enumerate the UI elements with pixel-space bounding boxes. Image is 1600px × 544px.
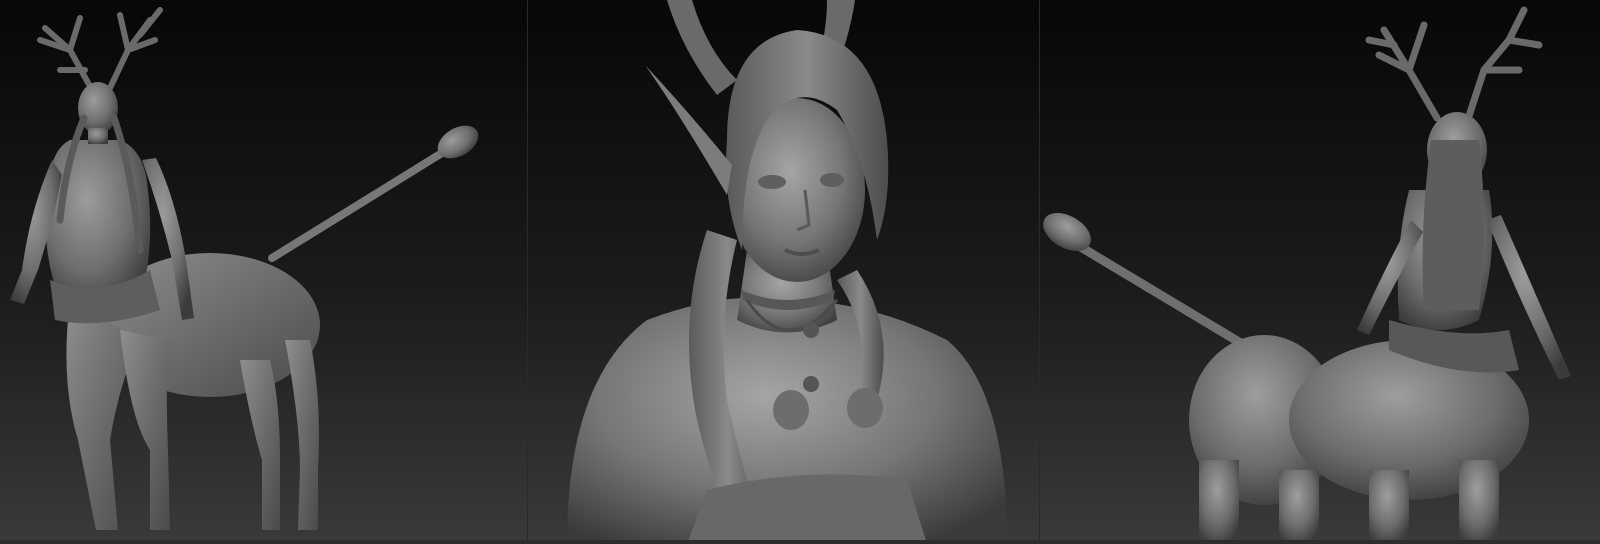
acorn-bead-left	[773, 390, 809, 430]
panel-divider-2	[1039, 0, 1040, 544]
staff	[268, 125, 479, 262]
long-hair	[1422, 140, 1484, 310]
right-eye	[820, 173, 844, 187]
antlers	[37, 7, 163, 93]
left-eye	[758, 175, 786, 189]
front-view-render	[10, 7, 479, 530]
moon-pendant-2	[803, 376, 819, 392]
acorn-bead-right	[847, 388, 883, 428]
render-strip	[0, 0, 1600, 544]
moon-pendant	[803, 322, 819, 338]
staff	[1043, 213, 1274, 365]
bust-closeup-render	[567, 0, 1007, 544]
panel-divider-1	[527, 0, 528, 544]
back-view-panel	[1039, 0, 1600, 544]
antlers	[1365, 6, 1543, 122]
bottom-edge	[0, 540, 1600, 544]
bust-closeup-panel	[527, 0, 1039, 544]
back-view-render	[1043, 6, 1571, 544]
front-view-panel	[0, 0, 527, 544]
